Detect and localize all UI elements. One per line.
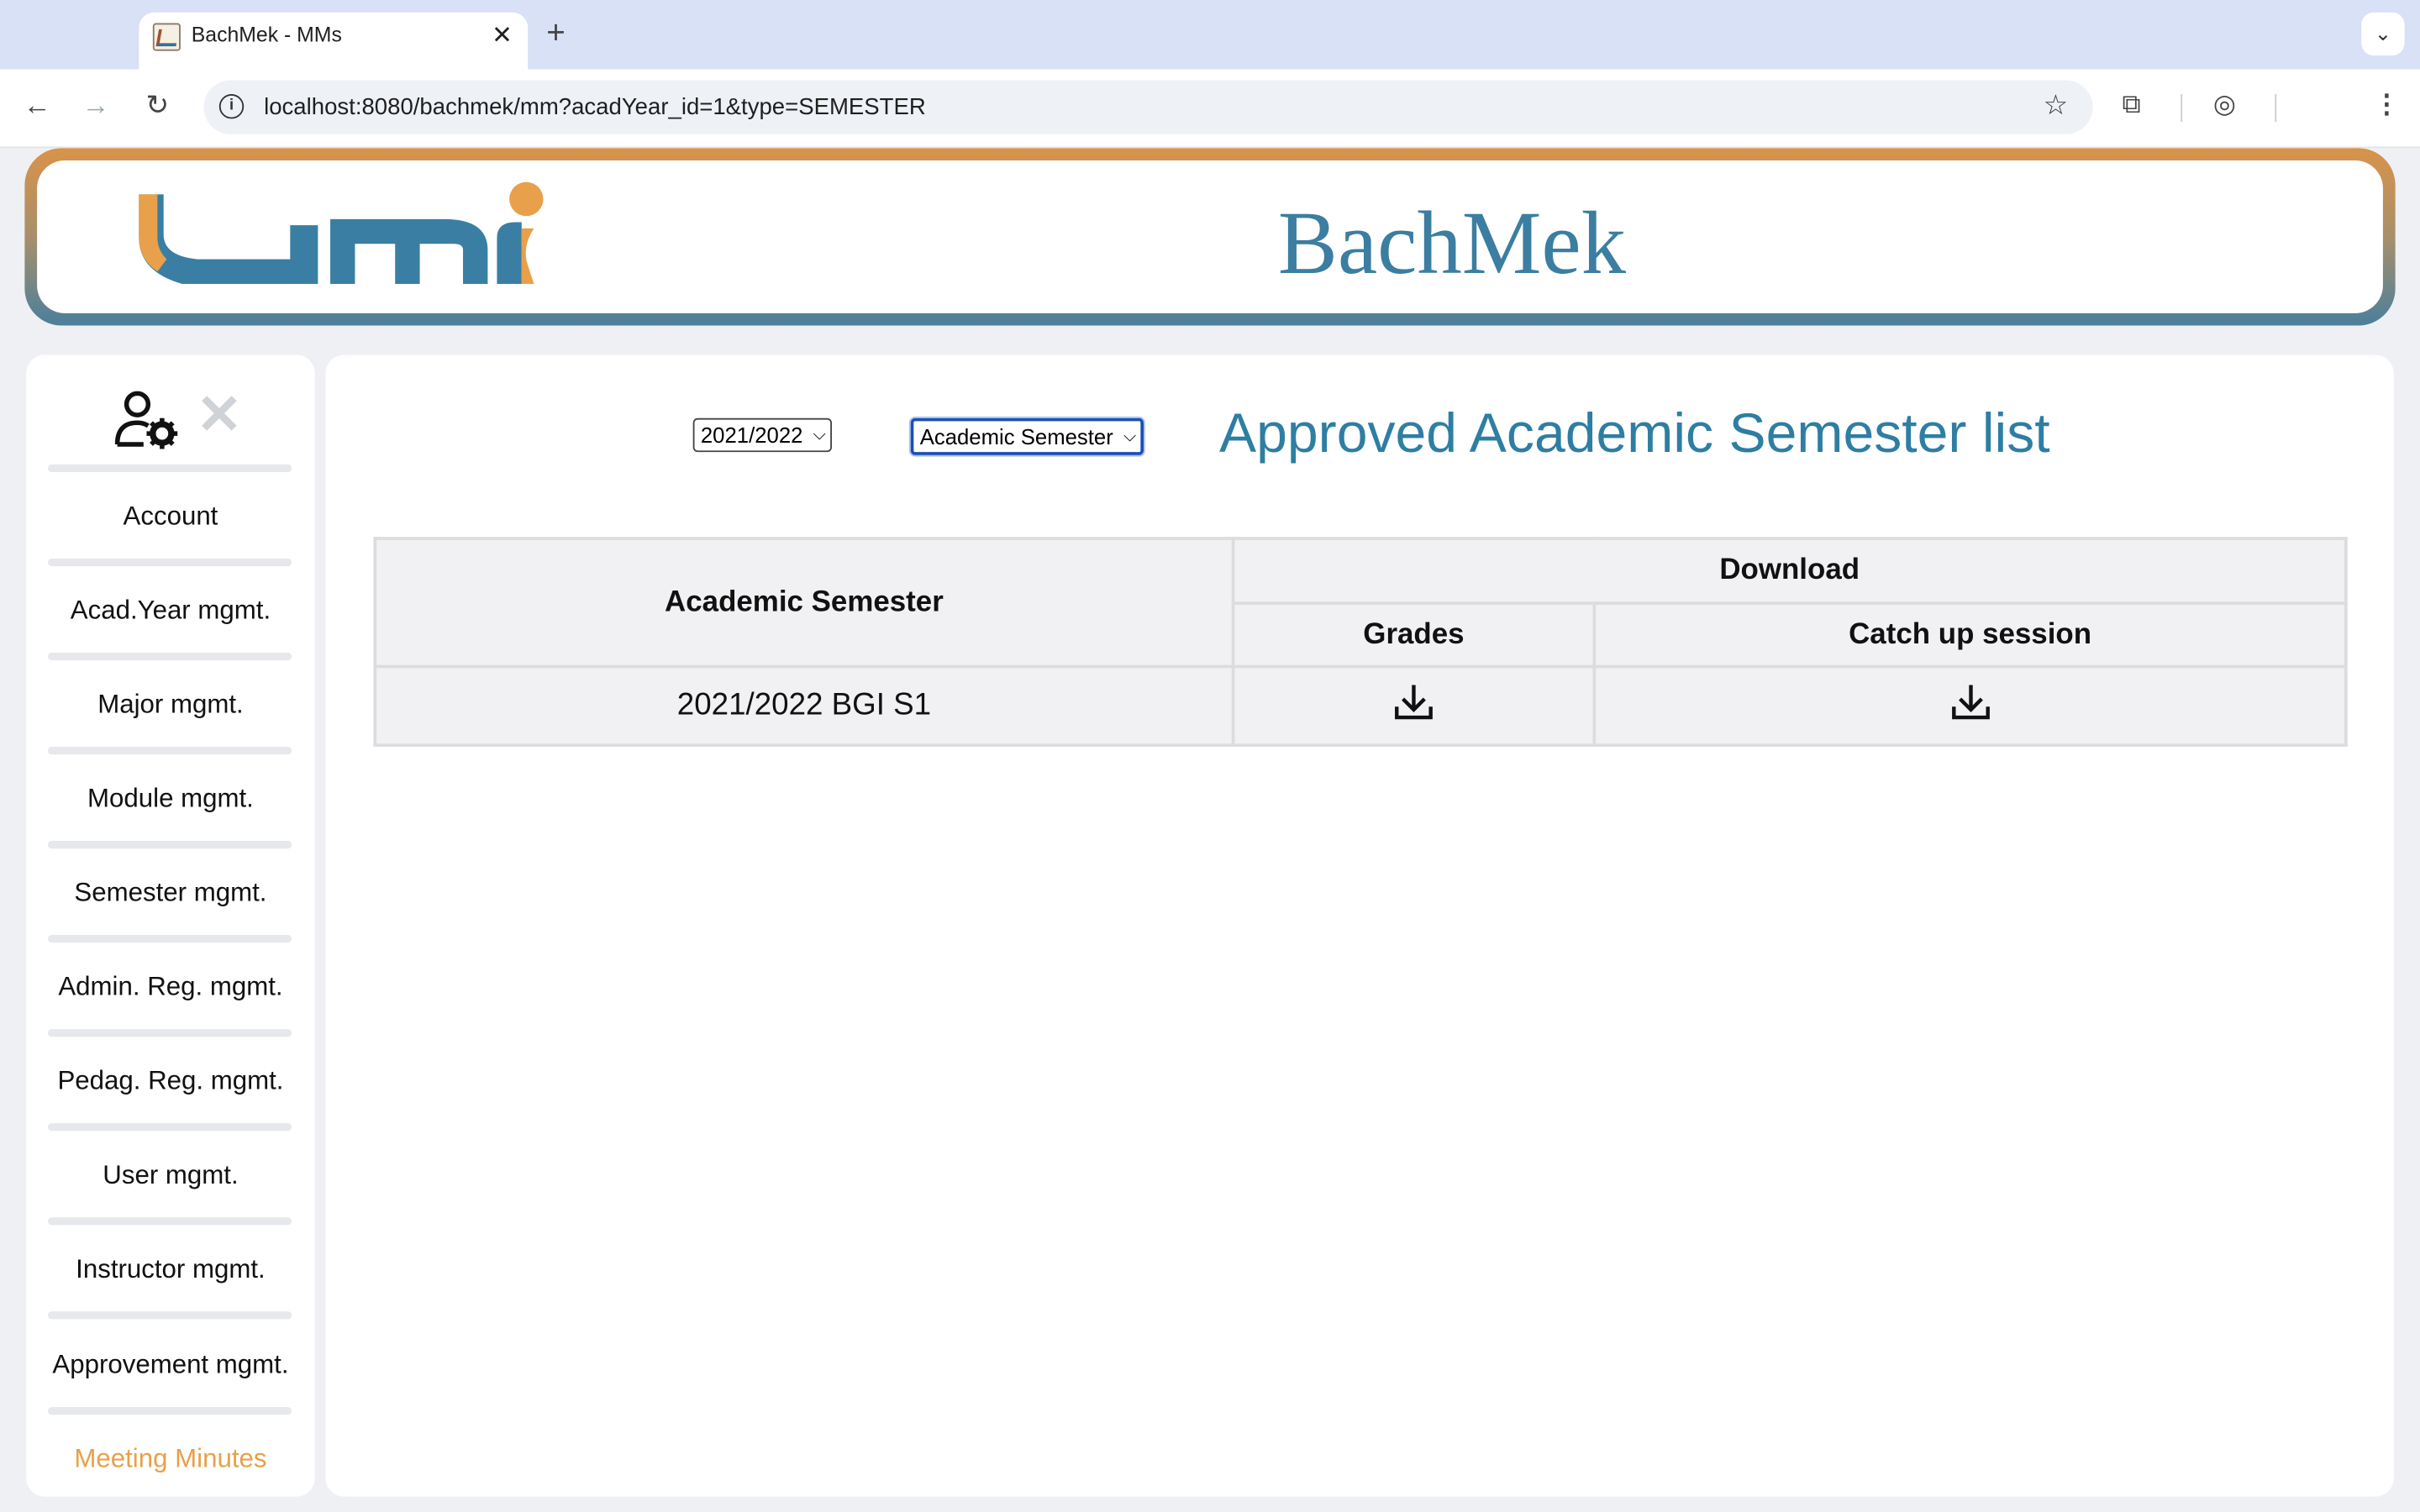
url-text[interactable]: localhost:8080/bachmek/mm?acadYear_id=1&… bbox=[264, 94, 926, 120]
site-title: BachMek bbox=[1277, 192, 1626, 293]
browser-toolbar: ← → ↻ i localhost:8080/bachmek/mm?acadYe… bbox=[0, 69, 2420, 149]
sidebar-item-semester[interactable]: Semester mgmt. bbox=[26, 878, 314, 909]
sidebar-divider bbox=[47, 841, 292, 849]
sidebar-item-account[interactable]: Account bbox=[26, 501, 314, 533]
sidebar-item-major[interactable]: Major mgmt. bbox=[26, 690, 314, 721]
close-tab-icon[interactable]: ✕ bbox=[492, 20, 513, 51]
download-catch-up-icon[interactable] bbox=[1950, 681, 1991, 722]
back-icon[interactable]: ← bbox=[18, 90, 55, 123]
sidebar-divider bbox=[47, 1217, 292, 1226]
sidebar-item-meeting-minutes[interactable]: Meeting Minutes bbox=[26, 1444, 314, 1475]
site-header: BachMek bbox=[24, 148, 2396, 326]
screenshot-icon[interactable]: ◎ bbox=[2213, 90, 2236, 121]
type-select-value: Academic Semester bbox=[919, 424, 1113, 449]
col-header-download: Download bbox=[1231, 537, 2348, 606]
download-grades-icon[interactable] bbox=[1394, 681, 1434, 722]
extensions-icon[interactable]: ⧉ bbox=[2123, 90, 2141, 121]
forward-icon[interactable]: → bbox=[77, 90, 114, 123]
favicon-icon bbox=[152, 23, 181, 51]
site-info-icon[interactable]: i bbox=[218, 94, 245, 119]
sidebar-divider bbox=[47, 746, 292, 755]
toolbar-divider bbox=[2275, 94, 2277, 123]
umi-logo-icon bbox=[139, 181, 544, 284]
tab-search-chevron-icon[interactable]: ⌄ bbox=[2361, 12, 2405, 56]
main-content: 2021/2022 ⌵ Academic Semester ⌵ Approved… bbox=[325, 354, 2394, 1497]
menu-kebab-icon[interactable]: ⋮ bbox=[2374, 90, 2400, 121]
sidebar-divider bbox=[47, 652, 292, 661]
chevron-down-icon: ⌵ bbox=[813, 425, 826, 444]
col-header-catch-up: Catch up session bbox=[1592, 601, 2348, 669]
chevron-down-icon: ⌵ bbox=[1123, 427, 1137, 446]
sidebar-divider bbox=[47, 1029, 292, 1037]
sidebar-divider bbox=[47, 1123, 292, 1131]
browser-tab[interactable]: BachMek - MMs ✕ bbox=[139, 12, 529, 70]
sidebar-item-approvement[interactable]: Approvement mgmt. bbox=[26, 1350, 314, 1381]
sidebar-divider bbox=[47, 935, 292, 943]
approved-semester-table: Academic Semester Download Grades Catch … bbox=[373, 537, 2348, 747]
sidebar-item-instructor[interactable]: Instructor mgmt. bbox=[26, 1254, 314, 1285]
table-row: 2021/2022 BGI S1 bbox=[373, 664, 2348, 747]
col-header-academic-semester: Academic Semester bbox=[373, 537, 1235, 669]
close-sidebar-icon[interactable]: ✕ bbox=[196, 383, 242, 448]
new-tab-icon[interactable]: + bbox=[546, 15, 566, 52]
sidebar-item-acad-year[interactable]: Acad.Year mgmt. bbox=[26, 596, 314, 627]
tab-title: BachMek - MMs bbox=[191, 23, 342, 47]
reload-icon[interactable]: ↻ bbox=[139, 90, 176, 123]
sidebar-item-module[interactable]: Module mgmt. bbox=[26, 784, 314, 815]
page-title: Approved Academic Semester list bbox=[1219, 401, 2050, 465]
sidebar-item-pedag-reg[interactable]: Pedag. Reg. mgmt. bbox=[26, 1066, 314, 1097]
type-select[interactable]: Academic Semester ⌵ bbox=[908, 416, 1146, 457]
sidebar: ✕ Account Acad.Year mgmt. Major mgmt. Mo… bbox=[26, 354, 315, 1497]
sidebar-item-admin-reg[interactable]: Admin. Reg. mgmt. bbox=[26, 972, 314, 1003]
semester-cell: 2021/2022 BGI S1 bbox=[373, 664, 1235, 747]
user-settings-icon[interactable] bbox=[113, 389, 181, 450]
catch-up-download-cell bbox=[1592, 664, 2348, 747]
sidebar-divider bbox=[47, 1407, 292, 1415]
sidebar-top: ✕ bbox=[26, 383, 314, 460]
bookmark-star-icon[interactable]: ☆ bbox=[2044, 90, 2069, 123]
academic-year-select-value: 2021/2022 bbox=[700, 423, 803, 448]
sidebar-divider bbox=[47, 1311, 292, 1320]
site-header-inner: BachMek bbox=[37, 160, 2383, 313]
sidebar-divider bbox=[47, 558, 292, 567]
browser-tabstrip: BachMek - MMs ✕ + ⌄ bbox=[0, 0, 2420, 70]
address-bar[interactable]: i localhost:8080/bachmek/mm?acadYear_id=… bbox=[203, 80, 2093, 134]
toolbar-divider bbox=[2181, 94, 2183, 123]
sidebar-item-user[interactable]: User mgmt. bbox=[26, 1160, 314, 1191]
grades-download-cell bbox=[1231, 664, 1597, 747]
col-header-grades: Grades bbox=[1231, 601, 1597, 669]
academic-year-select[interactable]: 2021/2022 ⌵ bbox=[692, 417, 833, 453]
sidebar-divider bbox=[47, 464, 292, 473]
